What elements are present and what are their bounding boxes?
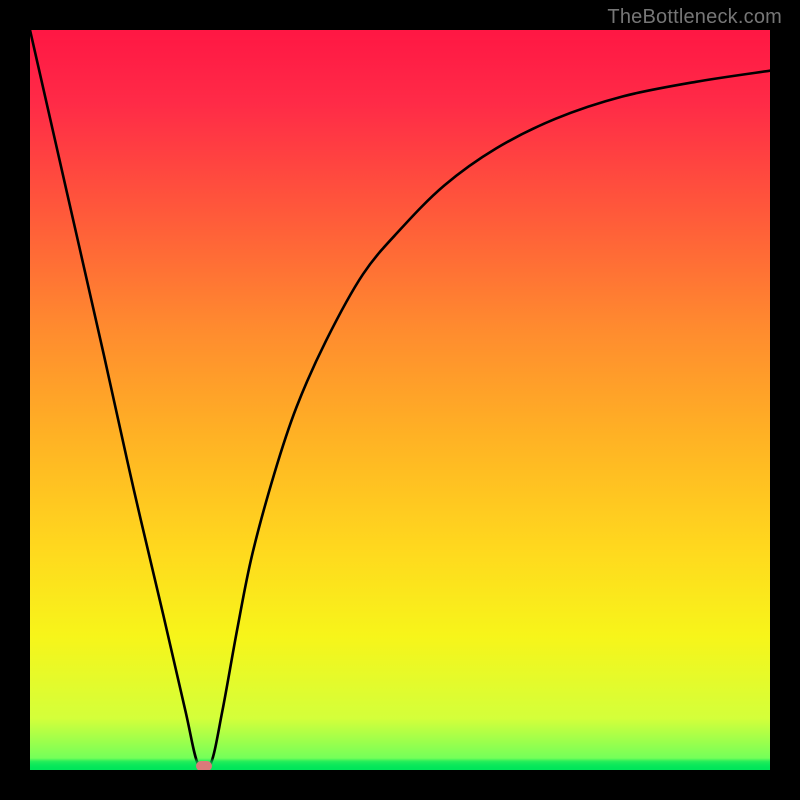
curve-layer [30, 30, 770, 770]
chart-frame: TheBottleneck.com [0, 0, 800, 800]
green-baseline [30, 758, 770, 770]
bottleneck-curve [30, 30, 770, 770]
optimal-point-marker [196, 761, 212, 770]
plot-area [30, 30, 770, 770]
watermark-text: TheBottleneck.com [607, 6, 782, 29]
